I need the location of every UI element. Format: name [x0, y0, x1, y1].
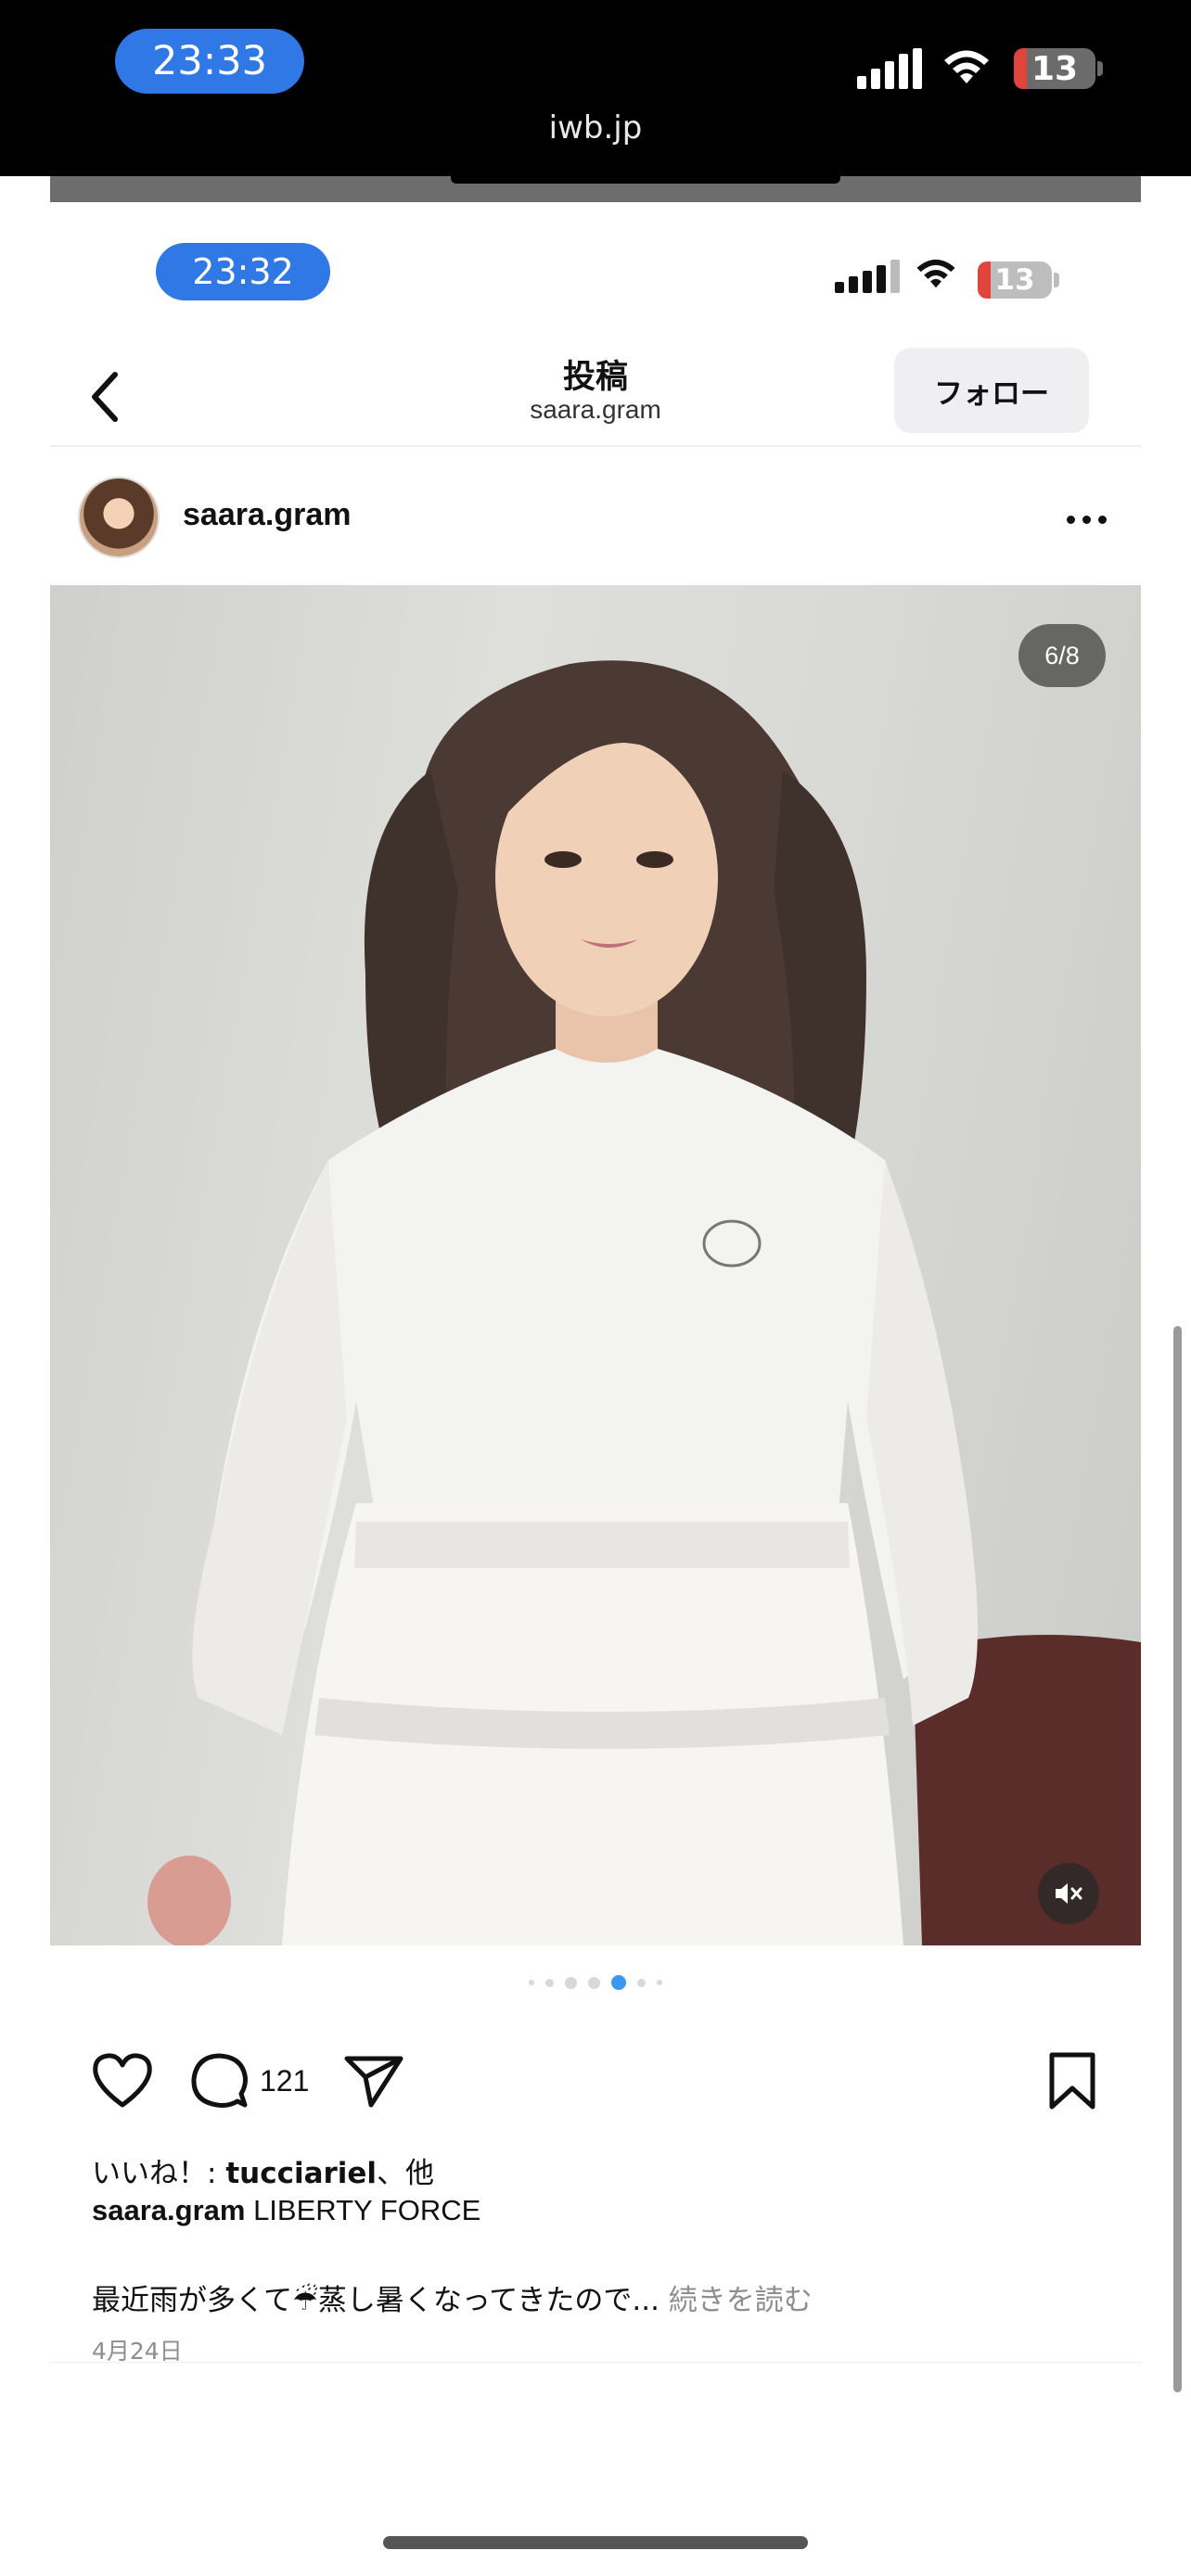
image-counter: 6/8 [1018, 624, 1106, 687]
caption-header: saara.gram LIBERTY FORCE [92, 2194, 480, 2227]
caption-tag: LIBERTY FORCE [245, 2194, 481, 2226]
read-more-link[interactable]: 続きを読む [660, 2284, 813, 2317]
follow-button[interactable]: フォロー [894, 348, 1089, 433]
paper-plane-icon [344, 2056, 403, 2108]
wifi-icon [944, 50, 989, 83]
comment-bubble-icon [191, 2053, 248, 2108]
cellular-signal-icon [857, 48, 922, 89]
mute-button[interactable] [1038, 1863, 1099, 1924]
inner-cellular-signal-icon [835, 260, 900, 293]
carousel-dot [637, 1978, 646, 1987]
inner-wifi-icon [916, 259, 955, 288]
header-divider [50, 445, 1141, 447]
comment-button[interactable] [186, 2047, 252, 2114]
outer-status-bar: 23:33 13 iwb.jp [0, 0, 1191, 176]
carousel-dot [565, 1976, 577, 1989]
heart-icon [93, 2053, 152, 2108]
post-media[interactable]: 6/8 [50, 585, 1141, 1945]
screenshot-frame-top [50, 176, 1141, 202]
more-options-button[interactable] [1054, 501, 1119, 538]
carousel-indicator [50, 1975, 1141, 1990]
carousel-dot [588, 1976, 600, 1989]
outer-status-time: 23:33 [115, 29, 304, 94]
caption-username[interactable]: saara.gram [92, 2194, 245, 2226]
likes-summary[interactable]: いいね！: tucciariel、他 [92, 2149, 434, 2191]
inner-battery-level: 13 [994, 263, 1035, 297]
post-photo [147, 660, 1141, 1945]
save-button[interactable] [1043, 2046, 1102, 2116]
post-date: 4月24日 [92, 2338, 183, 2363]
share-button[interactable] [339, 2047, 408, 2114]
home-indicator[interactable] [383, 2536, 808, 2549]
outer-battery-level: 13 [1031, 49, 1079, 88]
more-horizontal-icon [1066, 515, 1075, 524]
carousel-dot [657, 1980, 662, 1985]
caption-body: 最近雨が多くて☔蒸し暑くなってきたので... [92, 2284, 660, 2317]
page-scrollbar[interactable] [1173, 1326, 1182, 2392]
bookmark-icon [1049, 2052, 1095, 2110]
frame-notch [451, 176, 840, 184]
avatar[interactable] [78, 477, 160, 558]
carousel-dot [529, 1980, 534, 1985]
speaker-muted-icon [1056, 1883, 1082, 1904]
likes-suffix: 、他 [377, 2157, 435, 2190]
browser-url[interactable]: iwb.jp [0, 109, 1191, 147]
post-username[interactable]: saara.gram [183, 497, 351, 533]
like-button[interactable] [87, 2047, 158, 2114]
inner-status-time: 23:32 [156, 243, 330, 300]
likes-prefix: いいね！: [92, 2157, 226, 2190]
caption-text: 最近雨が多くて☔蒸し暑くなってきたので... 続きを読む [92, 2276, 813, 2318]
likes-username[interactable]: tucciariel [225, 2157, 377, 2190]
inner-battery-indicator: 13 [978, 261, 1059, 299]
outer-battery-indicator: 13 [1014, 48, 1103, 89]
instagram-post-screen: 23:32 13 投稿 saara.gram フォロー saara.gram 6… [50, 202, 1141, 2363]
bottom-divider [50, 2362, 1141, 2363]
carousel-dot-active [611, 1975, 626, 1990]
carousel-dot [545, 1978, 554, 1987]
comment-count: 121 [260, 2064, 310, 2098]
